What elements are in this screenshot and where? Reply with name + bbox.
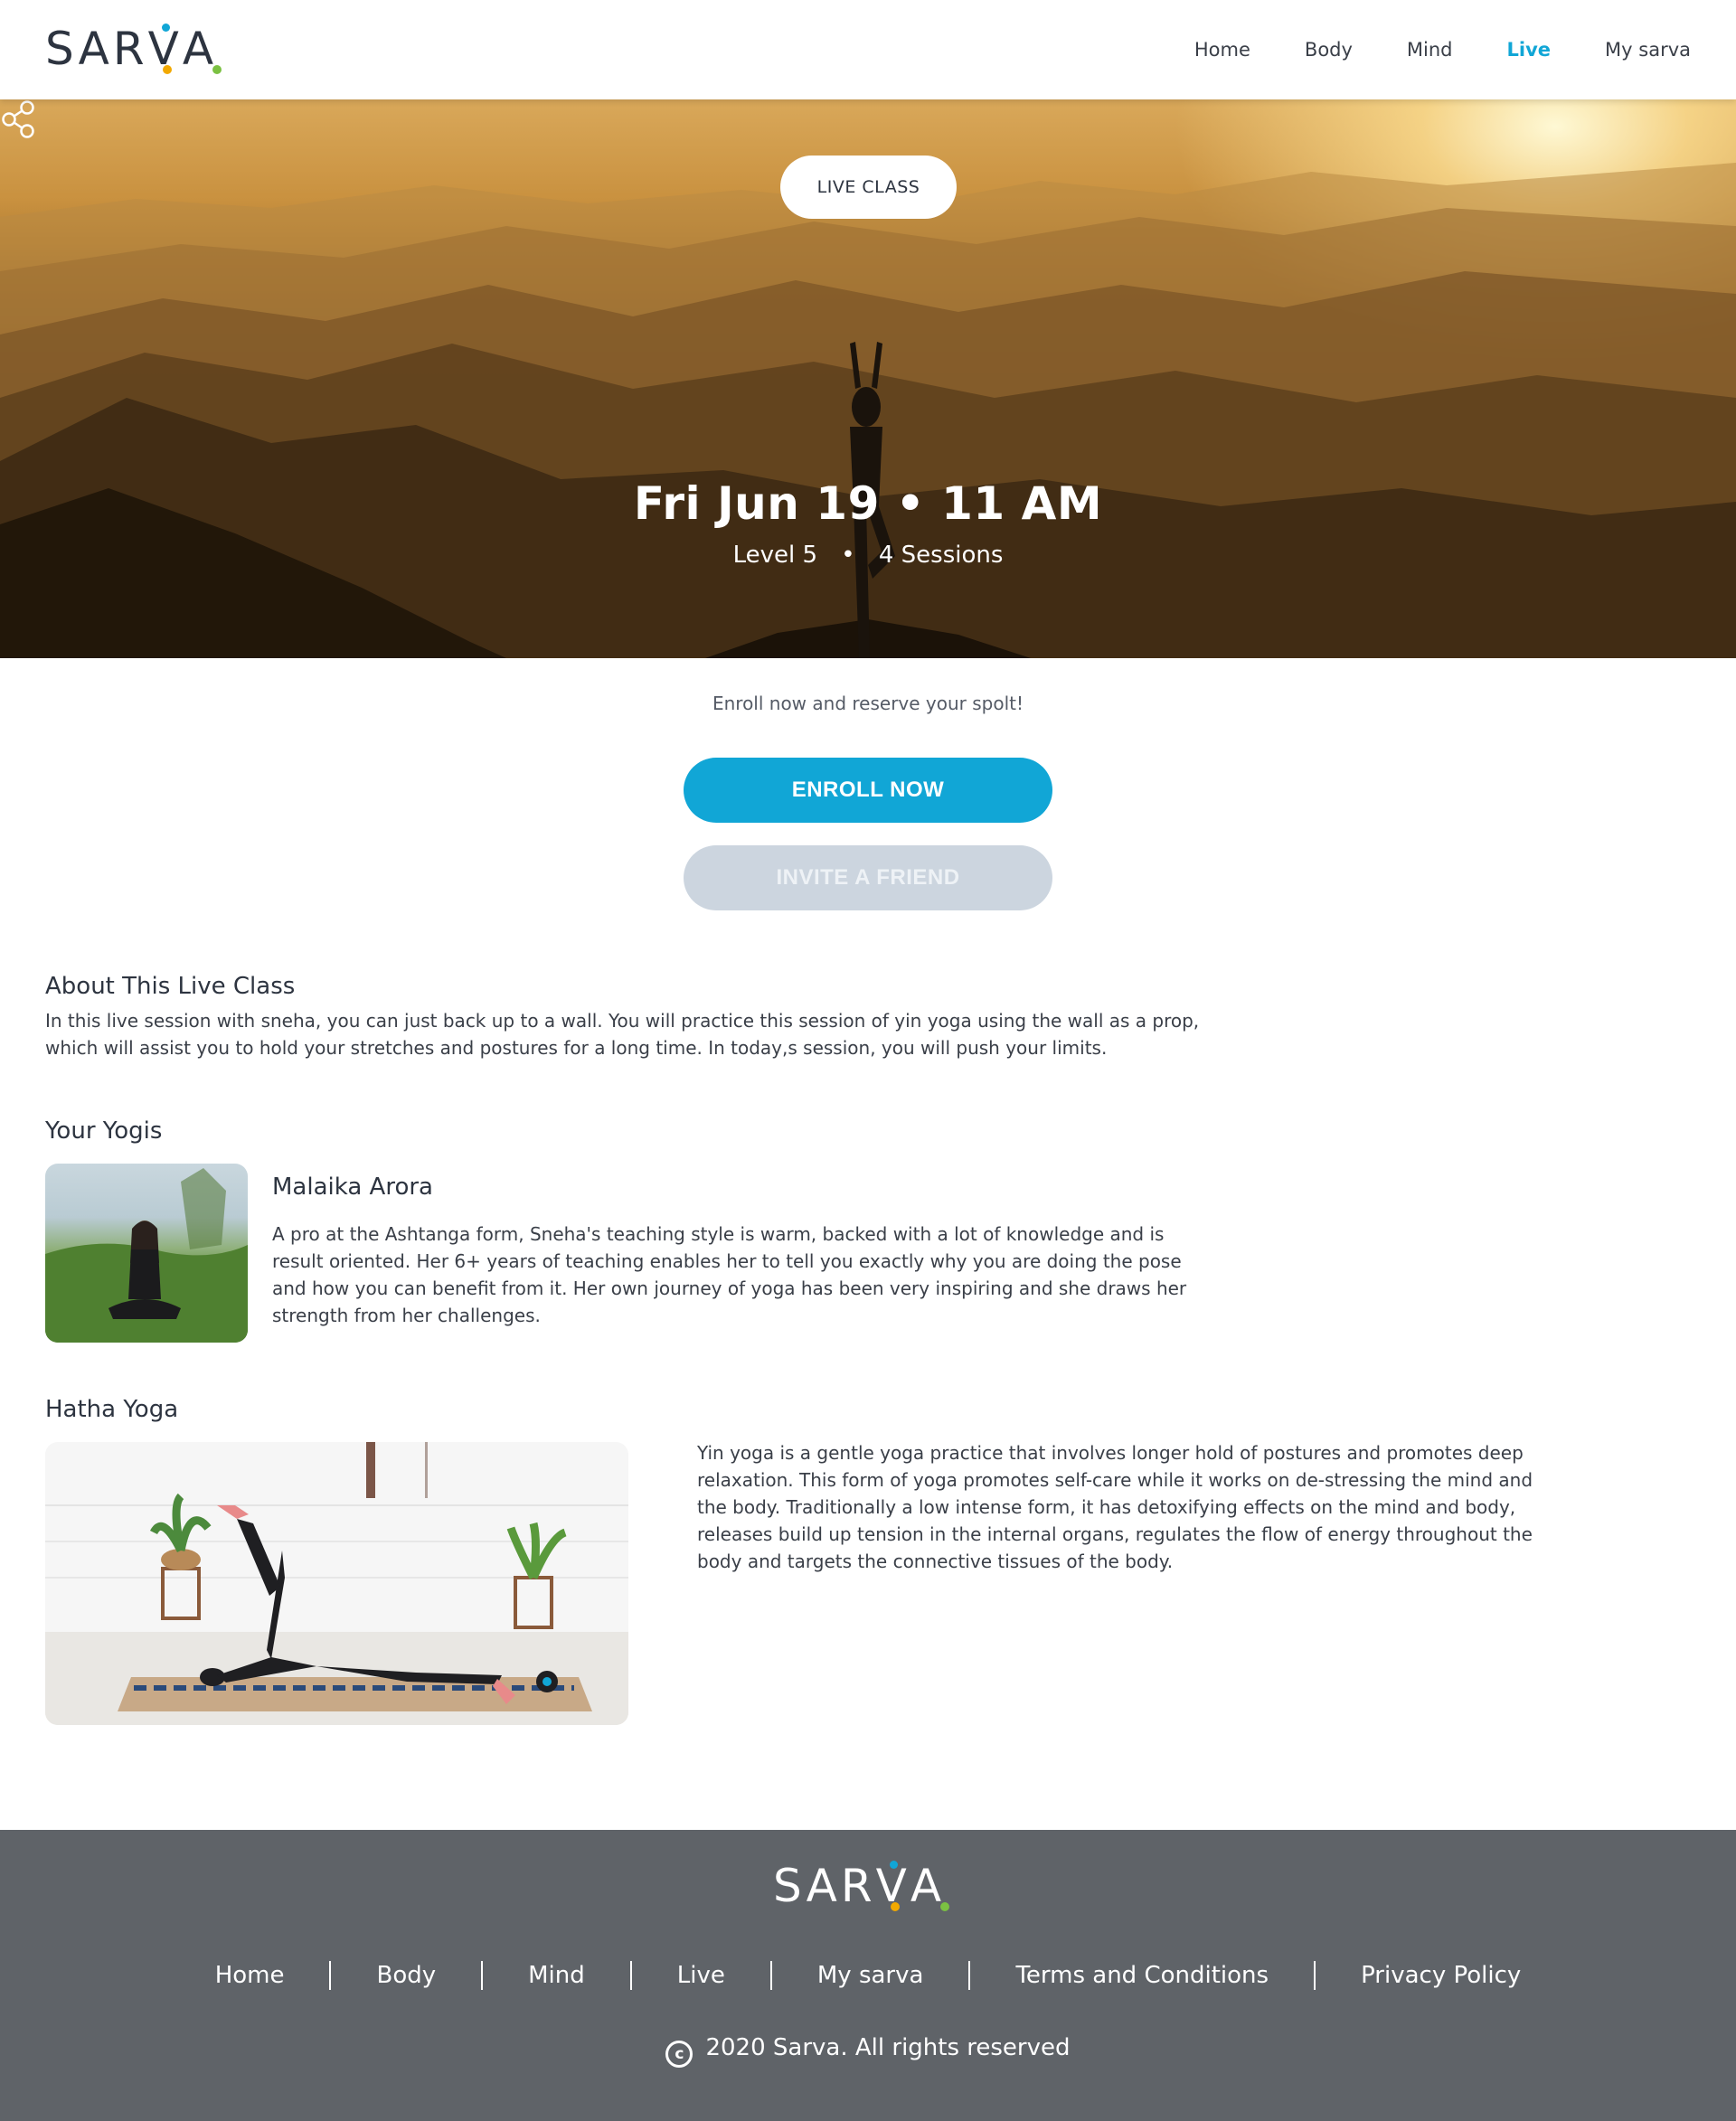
hatha-yoga-photo <box>45 1442 628 1725</box>
live-class-badge: LIVE CLASS <box>780 156 957 219</box>
logo-dot-blue <box>161 24 170 32</box>
nav-body[interactable]: Body <box>1305 34 1353 65</box>
logo-text-prefix: SAR <box>45 23 148 75</box>
footer-logo-dot-green <box>939 1902 949 1911</box>
enroll-now-button[interactable]: ENROLL NOW <box>684 758 1052 823</box>
class-level: Level 5 <box>732 542 817 569</box>
footer-link-body[interactable]: Body <box>331 1960 481 1991</box>
logo-dot-green <box>212 65 222 74</box>
style-description: Yin yoga is a gentle yoga practice that … <box>697 1442 1533 1572</box>
nav-mind[interactable]: Mind <box>1407 34 1453 65</box>
copyright: c 2020 Sarva. All rights reserved <box>0 2034 1736 2068</box>
yogi-photo-image <box>45 1168 248 1343</box>
logo-dot-orange <box>162 65 172 74</box>
nav-my-sarva[interactable]: My sarva <box>1605 34 1691 65</box>
footer-nav: Home Body Mind Live My sarva Terms and C… <box>0 1960 1736 1991</box>
about-heading: About This Live Class <box>45 973 296 1000</box>
yogi-name: Malaika Arora <box>272 1174 433 1201</box>
meta-separator: • <box>841 542 855 569</box>
copyright-text: 2020 Sarva. All rights reserved <box>705 2034 1071 2061</box>
footer-logo-prefix: SAR <box>773 1860 876 1912</box>
footer-link-my-sarva[interactable]: My sarva <box>772 1960 969 1991</box>
hatha-yoga-image <box>45 1442 628 1725</box>
nav-live[interactable]: Live <box>1507 34 1552 65</box>
class-sessions: 4 Sessions <box>878 542 1004 569</box>
sarva-logo[interactable]: SARV A <box>45 23 222 75</box>
style-heading: Hatha Yoga <box>45 1396 179 1423</box>
share-icon[interactable] <box>0 99 38 139</box>
footer-logo[interactable]: SARV A <box>773 1860 949 1912</box>
footer-logo-dot-orange <box>890 1902 900 1911</box>
about-text: In this live session with sneha, you can… <box>45 1010 1200 1059</box>
footer-link-live[interactable]: Live <box>632 1960 770 1991</box>
enroll-prompt: Enroll now and reserve your spolt! <box>712 693 1024 714</box>
footer-link-terms[interactable]: Terms and Conditions <box>970 1960 1314 1991</box>
invite-friend-button[interactable]: INVITE A FRIEND <box>684 845 1052 910</box>
nav-home[interactable]: Home <box>1194 34 1250 65</box>
footer-link-privacy[interactable]: Privacy Policy <box>1316 1960 1566 1991</box>
site-footer: SARV A Home Body Mind Live My sarva Terms… <box>0 1830 1736 2121</box>
yogi-bio: A pro at the Ashtanga form, Sneha's teac… <box>272 1223 1187 1326</box>
yogi-photo <box>45 1164 248 1343</box>
site-header: SARV A Home Body Mind Live My sarva <box>0 0 1736 99</box>
class-datetime: Fri Jun 19 • 11 AM <box>633 477 1103 530</box>
footer-link-mind[interactable]: Mind <box>483 1960 630 1991</box>
copyright-icon: c <box>665 2041 693 2068</box>
footer-logo-dot-blue <box>889 1861 898 1869</box>
yogis-heading: Your Yogis <box>45 1117 163 1145</box>
footer-link-home[interactable]: Home <box>170 1960 330 1991</box>
hero-banner: LIVE CLASS Fri Jun 19 • 11 AM Level 5 • … <box>0 99 1736 658</box>
main-nav: Home Body Mind Live My sarva <box>1140 34 1691 65</box>
class-meta: Level 5 • 4 Sessions <box>0 542 1736 569</box>
